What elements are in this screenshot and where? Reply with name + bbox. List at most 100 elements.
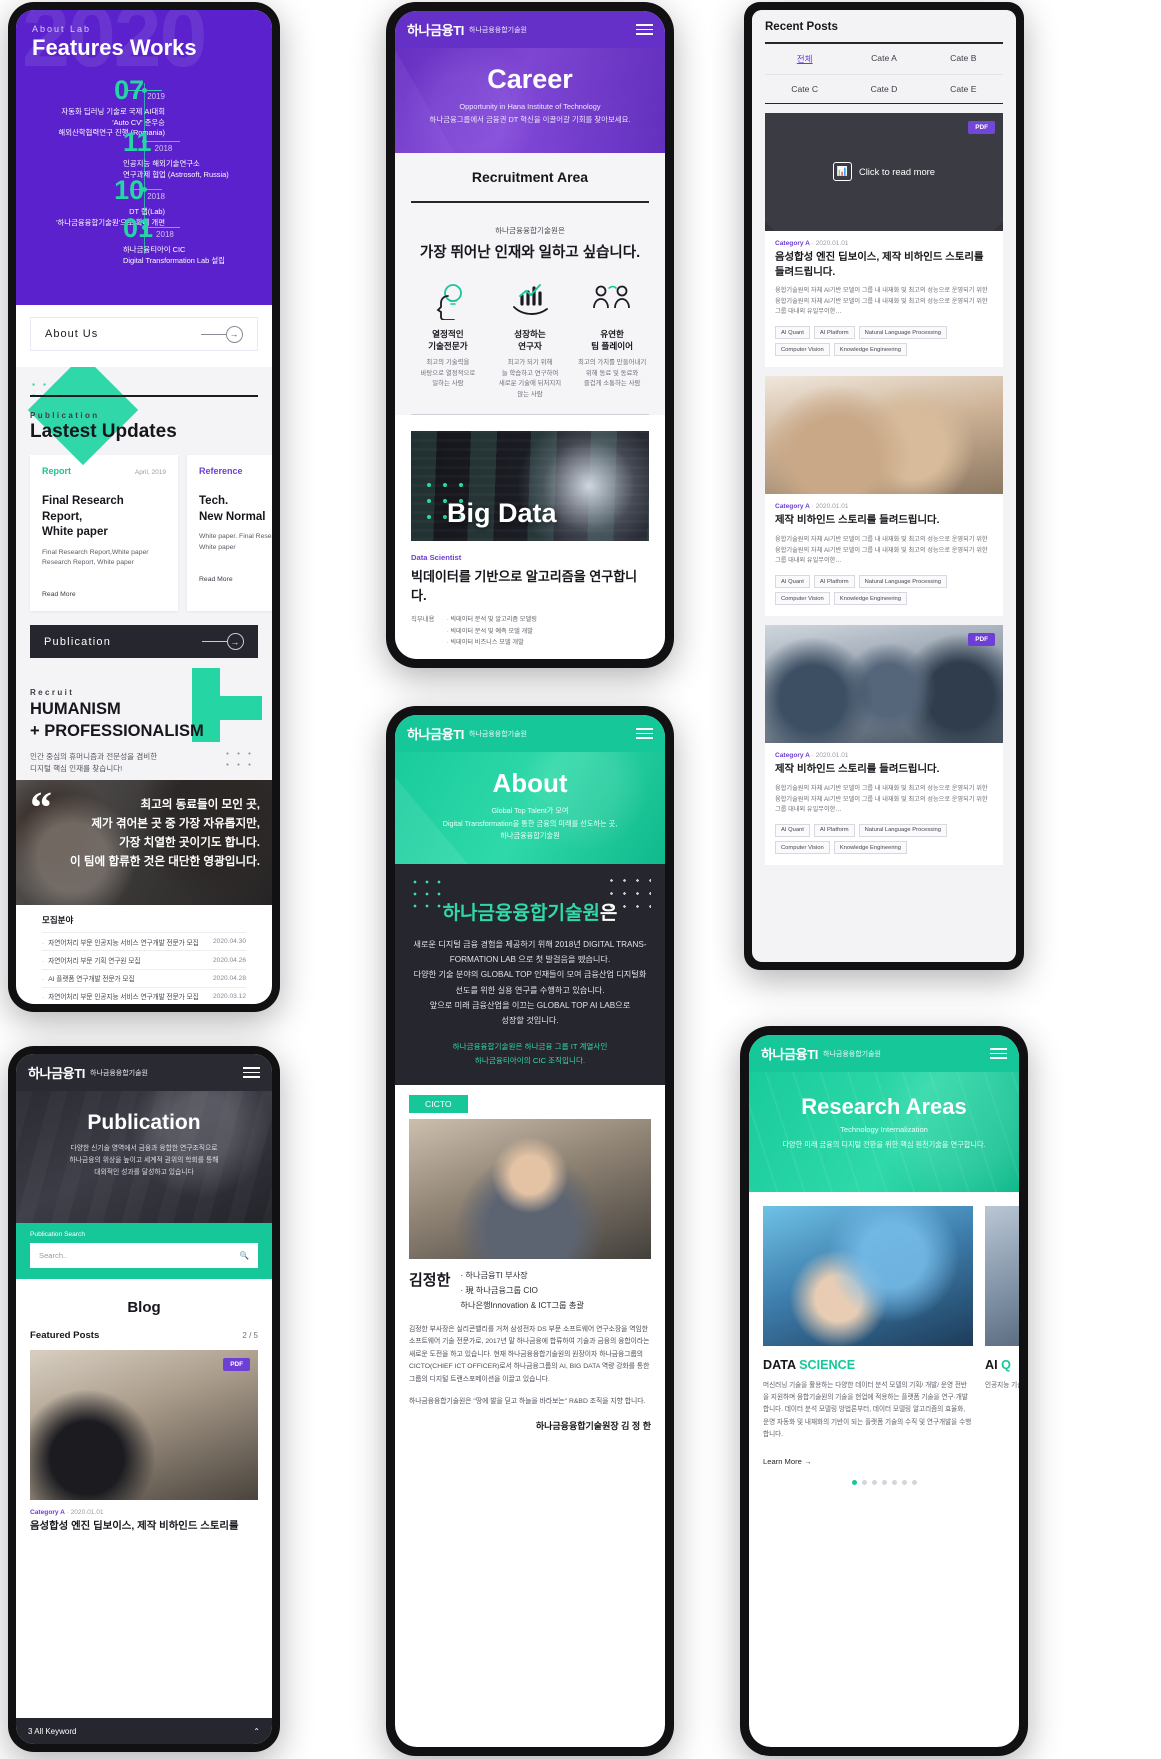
tab-cate-a[interactable]: Cate A: [844, 44, 923, 74]
hero-subtitle-1: Technology Internalization: [840, 1125, 928, 1134]
card-body: White paper. Final Research White paper: [199, 533, 272, 551]
trait-name: 성장하는 연구자: [514, 329, 546, 352]
featured-post-thumbnail[interactable]: PDF: [30, 1350, 258, 1500]
tag-chip[interactable]: AI Quant: [775, 574, 810, 589]
page-title: Publication: [87, 1111, 201, 1134]
post-title: 음성합성 엔진 딥보이스, 제작 비하인드 스토리를: [30, 1521, 239, 1532]
hamburger-menu-icon[interactable]: [636, 24, 653, 35]
title-accent: Q: [1001, 1358, 1011, 1372]
hero-subtitle-2: Digital Transformation을 통한 금융의 미래를 선도하는 …: [442, 818, 618, 828]
quote-line: 이 팀에 합류한 것은 대단한 영광입니다.: [70, 854, 260, 868]
tag-chip[interactable]: AI Platform: [813, 574, 855, 589]
phone-career-screen: 하나금융TI 하나금융융합기술원 Career Opportunity in H…: [386, 2, 674, 668]
tag-chip[interactable]: Knowledge Engineering: [833, 841, 907, 855]
logo[interactable]: 하나금융TI 하나금융융합기술원: [407, 724, 527, 743]
tag-chip[interactable]: Knowledge Engineering: [833, 592, 907, 606]
career-topbar: 하나금융TI 하나금융융합기술원: [395, 11, 665, 48]
publication-kicker: Publication: [30, 411, 100, 420]
trait-item: 유연한 팀 플레이어 최고의 가치를 만들어내기 위해 동료 및 동료와 즐겁게…: [575, 280, 649, 400]
tabs-divider: [765, 102, 1003, 104]
pdf-badge: PDF: [968, 120, 995, 134]
carousel-dot[interactable]: [881, 1479, 887, 1485]
table-row[interactable]: 자연어처리 부문 기획 연구원 모집 2020.04.26: [42, 950, 246, 968]
logo[interactable]: 하나금융TI 하나금융융합기술원: [28, 1063, 148, 1082]
click-to-read-overlay[interactable]: 📊 Click to read more: [765, 113, 1003, 231]
tab-cate-e[interactable]: Cate E: [924, 75, 1003, 103]
carousel-dot[interactable]: [911, 1479, 917, 1485]
logo-mark: 하나금융TI: [407, 727, 464, 742]
publication-card[interactable]: Report April, 2019 Final Research Report…: [30, 455, 178, 612]
tab-cate-c[interactable]: Cate C: [765, 75, 844, 103]
job-title: 자연어처리 부문 기획 연구원 모집: [42, 955, 140, 965]
list-item: 빅데이터 분석 및 알고리즘 모델링: [447, 614, 537, 625]
hamburger-menu-icon[interactable]: [636, 728, 653, 739]
tag-chip[interactable]: AI Platform: [813, 326, 855, 340]
logo[interactable]: 하나금융TI 하나금융융합기술원: [761, 1044, 881, 1063]
keyword-bar[interactable]: 3 All Keyword ⌃: [16, 1718, 272, 1744]
tag-chip[interactable]: Computer Vision: [775, 592, 830, 606]
publication-button[interactable]: Publication →: [30, 625, 258, 659]
tag-chip[interactable]: Computer Vision: [775, 343, 830, 357]
tag-chip[interactable]: Natural Language Processing: [858, 823, 947, 838]
tab-all[interactable]: 전체: [765, 44, 844, 74]
job-openings-heading: 모집분야: [42, 915, 74, 926]
post-category: Category A: [775, 239, 810, 247]
tag-chip[interactable]: Knowledge Engineering: [833, 343, 907, 357]
person-name: 김정한: [409, 1272, 451, 1290]
hamburger-menu-icon[interactable]: [990, 1048, 1007, 1059]
tag-chip[interactable]: AI Quant: [775, 326, 810, 340]
publication-card-row: Report April, 2019 Final Research Report…: [30, 455, 272, 612]
table-row[interactable]: 자연어처리 부문 인공지능 서비스 연구개발 전문가 모집 2020.03.12: [42, 986, 246, 1004]
list-item[interactable]: PDF 📊 Click to read more Category A · 20…: [765, 112, 1003, 368]
card-read-more[interactable]: Read More: [199, 576, 272, 583]
search-icon[interactable]: 🔍: [240, 1251, 249, 1260]
person-photo: [409, 1119, 651, 1260]
post-date: 2020.01.01: [815, 503, 849, 511]
hamburger-menu-icon[interactable]: [243, 1067, 260, 1078]
about-heading: 하나금융융합기술원은: [413, 898, 647, 925]
table-row[interactable]: AI 플랫폼 연구개발 전문가 모집 2020.04.28: [42, 968, 246, 987]
hero-subtitle-2: 다양한 미래 금융의 디지털 전환을 위한 핵심 원천기술을 연구합니다.: [782, 1140, 986, 1149]
about-screen-content: 하나금융TI 하나금융융합기술원 About Global Top Talent…: [395, 715, 665, 1747]
page-title: Recent Posts: [765, 21, 838, 33]
carousel-dot[interactable]: [851, 1479, 857, 1485]
list-item[interactable]: Category A · 2020.01.01 제작 비하인드 스토리를 들려드…: [765, 376, 1003, 617]
tab-cate-d[interactable]: Cate D: [844, 75, 923, 103]
about-us-button[interactable]: About Us →: [30, 317, 258, 351]
card-read-more[interactable]: Read More: [42, 591, 166, 598]
list-item[interactable]: PDF Category A · 2020.01.01 제작 비하인드 스토리를…: [765, 625, 1003, 866]
post-thumbnail[interactable]: [765, 376, 1003, 495]
card-date: April, 2019: [134, 469, 166, 476]
tag-chip[interactable]: Natural Language Processing: [858, 574, 947, 589]
learn-more-link[interactable]: Learn More →: [763, 1457, 973, 1466]
publication-card[interactable]: Reference Vol. Tech. New Normal White pa…: [187, 455, 272, 612]
mockup-showcase: About Lab Features Works 072019 자동화 딥러닝 …: [0, 0, 1161, 1759]
tag-chip[interactable]: Computer Vision: [775, 841, 830, 855]
logo-subtitle: 하나금융융합기술원: [90, 1069, 148, 1077]
post-title: 음성합성 엔진 딥보이스, 제작 비하인드 스토리를 들려드립니다.: [775, 251, 984, 278]
about-heading-strong: 하나금융융합기술원: [442, 903, 600, 924]
post-thumbnail[interactable]: PDF 📊 Click to read more: [765, 112, 1003, 231]
logo[interactable]: 하나금융TI 하나금융융합기술원: [407, 20, 527, 39]
chevron-up-icon[interactable]: ⌃: [253, 1727, 260, 1736]
carousel-dot[interactable]: [901, 1479, 907, 1485]
table-row[interactable]: 자연어처리 부문 인공지능 서비스 연구개발 전문가 모집 2020.04.30: [42, 932, 246, 950]
growth-chart-hand-icon: [493, 280, 567, 320]
carousel-pagination[interactable]: [749, 1479, 1019, 1485]
featured-posts-header: Featured Posts 2 / 5: [30, 1330, 258, 1341]
carousel-dot[interactable]: [861, 1479, 867, 1485]
research-card-carousel[interactable]: DATA SCIENCE 머신러닝 기술을 활용하는 다양한 데이터 분석 모델…: [749, 1192, 1019, 1466]
tag-chip[interactable]: Natural Language Processing: [858, 326, 947, 340]
tab-cate-b[interactable]: Cate B: [924, 44, 1003, 74]
tag-chip[interactable]: AI Quant: [775, 823, 810, 838]
post-date: 2020.01.01: [70, 1509, 104, 1516]
tag-chip[interactable]: AI Platform: [813, 823, 855, 838]
search-input[interactable]: Search.. 🔍: [30, 1243, 258, 1268]
research-card[interactable]: DATA SCIENCE 머신러닝 기술을 활용하는 다양한 데이터 분석 모델…: [763, 1206, 973, 1466]
carousel-dot[interactable]: [871, 1479, 877, 1485]
carousel-dot[interactable]: [891, 1479, 897, 1485]
person-bio: 김정한 부사장은 실리콘밸리를 거쳐 삼성전자 DS 부문 소프트웨어 연구소장…: [409, 1325, 650, 1383]
timeline-dot-3: [141, 187, 147, 192]
research-card[interactable]: AI Q 인공지능 기술을 응용한 금융 서비스 개발: [985, 1206, 1019, 1466]
post-thumbnail[interactable]: PDF: [765, 625, 1003, 744]
